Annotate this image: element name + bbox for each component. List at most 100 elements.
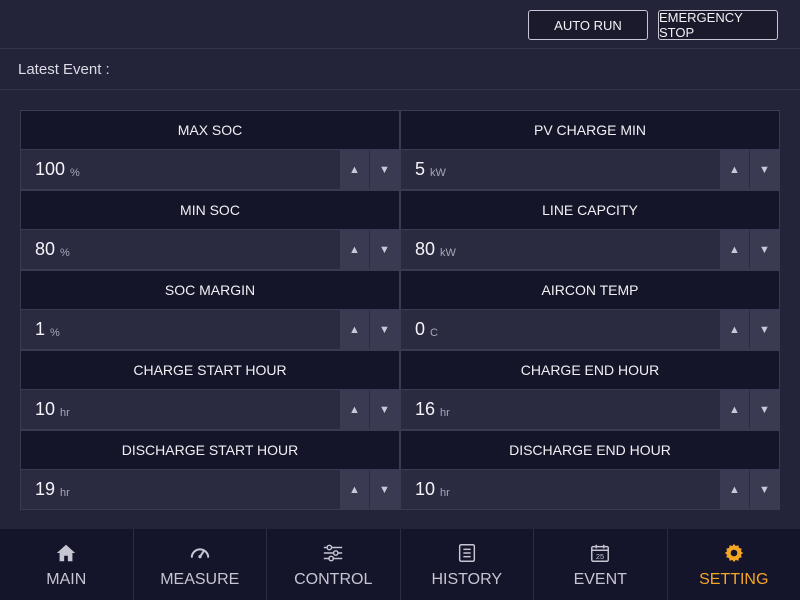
setting-unit: hr	[60, 406, 70, 419]
nav-main[interactable]: MAIN	[0, 529, 134, 600]
setting-discharge-start-hour: DISCHARGE START HOUR 19 hr ▲ ▼	[20, 430, 400, 510]
down-arrow-icon: ▼	[379, 163, 390, 176]
gear-icon	[722, 541, 746, 565]
setting-value-row: 80 % ▲ ▼	[21, 230, 399, 269]
nav-label: MEASURE	[160, 570, 240, 588]
decrement-button[interactable]: ▼	[369, 150, 399, 189]
increment-button[interactable]: ▲	[719, 150, 749, 189]
nav-measure[interactable]: MEASURE	[134, 529, 267, 600]
setting-unit: hr	[440, 406, 450, 419]
latest-event-bar: Latest Event :	[0, 50, 800, 90]
nav-history[interactable]: HISTORY	[401, 529, 534, 600]
down-arrow-icon: ▼	[759, 483, 770, 496]
setting-value: 10	[35, 399, 56, 419]
stepper: ▲ ▼	[339, 390, 399, 429]
setting-value-row: 19 hr ▲ ▼	[21, 470, 399, 509]
decrement-button[interactable]: ▼	[369, 310, 399, 349]
setting-title: AIRCON TEMP	[401, 271, 779, 310]
setting-value: 10	[415, 479, 436, 499]
increment-button[interactable]: ▲	[339, 470, 369, 509]
auto-run-button[interactable]: AUTO RUN	[528, 10, 648, 40]
up-arrow-icon: ▲	[729, 163, 740, 176]
setting-value-row: 100 % ▲ ▼	[21, 150, 399, 189]
up-arrow-icon: ▲	[349, 403, 360, 416]
increment-button[interactable]: ▲	[719, 310, 749, 349]
down-arrow-icon: ▼	[379, 483, 390, 496]
settings-grid: MAX SOC 100 % ▲ ▼ PV CHARGE MIN 5 kW ▲ ▼	[20, 110, 780, 510]
setting-value-row: 80 kW ▲ ▼	[401, 230, 779, 269]
increment-button[interactable]: ▲	[339, 390, 369, 429]
stepper: ▲ ▼	[339, 150, 399, 189]
setting-value: 100	[35, 159, 66, 179]
down-arrow-icon: ▼	[379, 403, 390, 416]
stepper: ▲ ▼	[719, 310, 779, 349]
nav-label: CONTROL	[294, 570, 373, 588]
stepper: ▲ ▼	[719, 230, 779, 269]
down-arrow-icon: ▼	[759, 403, 770, 416]
nav-label: SETTING	[699, 570, 769, 588]
setting-title: DISCHARGE END HOUR	[401, 431, 779, 470]
up-arrow-icon: ▲	[729, 323, 740, 336]
up-arrow-icon: ▲	[349, 483, 360, 496]
setting-pv-charge-min: PV CHARGE MIN 5 kW ▲ ▼	[400, 110, 780, 190]
stepper: ▲ ▼	[719, 470, 779, 509]
decrement-button[interactable]: ▼	[749, 230, 779, 269]
setting-unit: hr	[60, 486, 70, 499]
down-arrow-icon: ▼	[379, 243, 390, 256]
setting-value: 5	[415, 159, 426, 179]
increment-button[interactable]: ▲	[719, 390, 749, 429]
setting-title: LINE CAPCITY	[401, 191, 779, 230]
up-arrow-icon: ▲	[729, 243, 740, 256]
increment-button[interactable]: ▲	[339, 310, 369, 349]
setting-title: MIN SOC	[21, 191, 399, 230]
increment-button[interactable]: ▲	[719, 230, 749, 269]
calendar-day-text: 25	[596, 551, 604, 560]
bottom-nav: MAIN MEASURE CONTROL HISTORY 25 EVENT SE…	[0, 529, 800, 600]
nav-setting[interactable]: SETTING	[668, 529, 800, 600]
increment-button[interactable]: ▲	[719, 470, 749, 509]
app-root: AUTO RUN EMERGENCY STOP Latest Event : M…	[0, 0, 800, 600]
setting-soc-margin: SOC MARGIN 1 % ▲ ▼	[20, 270, 400, 350]
down-arrow-icon: ▼	[759, 323, 770, 336]
decrement-button[interactable]: ▼	[749, 310, 779, 349]
setting-title: SOC MARGIN	[21, 271, 399, 310]
setting-value-row: 5 kW ▲ ▼	[401, 150, 779, 189]
setting-unit: %	[70, 166, 80, 179]
setting-value: 0	[415, 319, 426, 339]
nav-event[interactable]: 25 EVENT	[534, 529, 668, 600]
increment-button[interactable]: ▲	[339, 150, 369, 189]
setting-charge-end-hour: CHARGE END HOUR 16 hr ▲ ▼	[400, 350, 780, 430]
setting-value: 1	[35, 319, 46, 339]
up-arrow-icon: ▲	[729, 483, 740, 496]
setting-line-capcity: LINE CAPCITY 80 kW ▲ ▼	[400, 190, 780, 270]
setting-max-soc: MAX SOC 100 % ▲ ▼	[20, 110, 400, 190]
decrement-button[interactable]: ▼	[749, 150, 779, 189]
setting-unit: kW	[430, 166, 446, 179]
decrement-button[interactable]: ▼	[369, 470, 399, 509]
decrement-button[interactable]: ▼	[369, 390, 399, 429]
setting-charge-start-hour: CHARGE START HOUR 10 hr ▲ ▼	[20, 350, 400, 430]
up-arrow-icon: ▲	[349, 243, 360, 256]
up-arrow-icon: ▲	[349, 323, 360, 336]
setting-value: 80	[415, 239, 436, 259]
decrement-button[interactable]: ▼	[369, 230, 399, 269]
setting-title: PV CHARGE MIN	[401, 111, 779, 150]
down-arrow-icon: ▼	[379, 323, 390, 336]
nav-control[interactable]: CONTROL	[267, 529, 401, 600]
setting-aircon-temp: AIRCON TEMP 0 C ▲ ▼	[400, 270, 780, 350]
nav-label: HISTORY	[431, 570, 503, 588]
setting-value-row: 0 C ▲ ▼	[401, 310, 779, 349]
setting-value-row: 10 hr ▲ ▼	[401, 470, 779, 509]
emergency-stop-button[interactable]: EMERGENCY STOP	[658, 10, 778, 40]
gauge-icon	[188, 541, 212, 565]
setting-value: 16	[415, 399, 436, 419]
stepper: ▲ ▼	[339, 230, 399, 269]
setting-title: CHARGE START HOUR	[21, 351, 399, 390]
decrement-button[interactable]: ▼	[749, 390, 779, 429]
increment-button[interactable]: ▲	[339, 230, 369, 269]
decrement-button[interactable]: ▼	[749, 470, 779, 509]
home-icon	[54, 541, 78, 565]
up-arrow-icon: ▲	[349, 163, 360, 176]
nav-label: EVENT	[573, 570, 627, 588]
stepper: ▲ ▼	[719, 390, 779, 429]
